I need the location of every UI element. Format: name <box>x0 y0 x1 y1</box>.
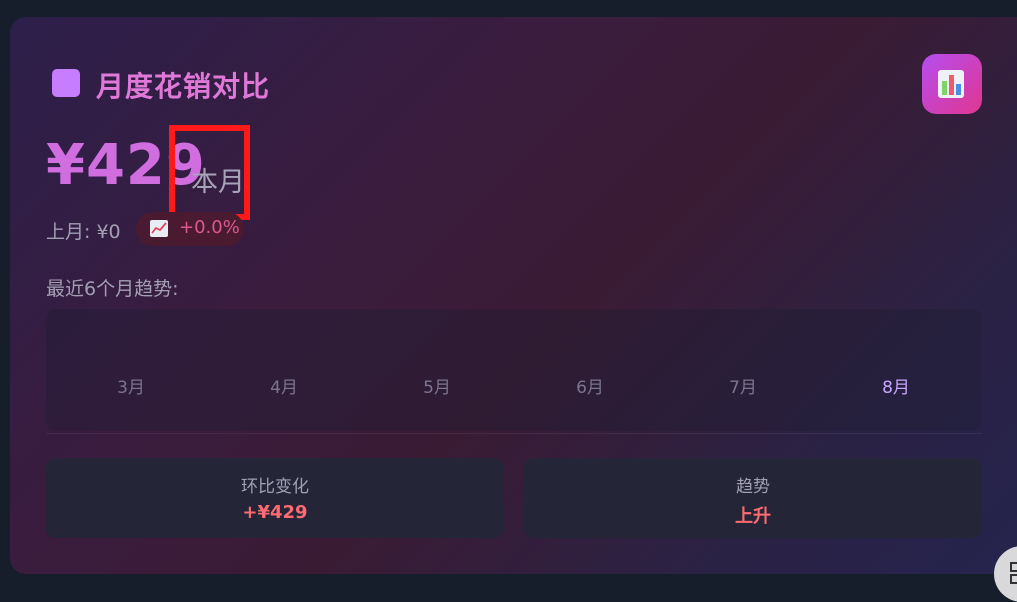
change-badge: +0.0% <box>136 212 244 246</box>
stat-label: 趋势 <box>736 477 770 497</box>
grid-icon <box>1010 562 1017 584</box>
previous-month-amount: 上月: ¥0 <box>46 221 121 243</box>
stat-trend: 趋势 上升 <box>524 458 982 538</box>
bar-chart-icon[interactable] <box>922 54 982 114</box>
trend-chart-area <box>46 309 982 431</box>
chart-increasing-icon <box>150 220 168 237</box>
change-percent: +0.0% <box>179 217 240 238</box>
bar-chart-icon-doc <box>938 70 964 98</box>
stat-mom-change: 环比变化 +¥429 <box>46 458 504 538</box>
month-label: 6月 <box>576 378 604 398</box>
stat-label: 环比变化 <box>241 477 309 497</box>
stat-value: 上升 <box>735 506 771 527</box>
monthly-spending-card: 月度花销对比 ¥429 本月 上月: ¥0 +0.0% 最近6个月趋势: 3月 … <box>10 17 1017 574</box>
stat-value: +¥429 <box>242 502 308 523</box>
title-marker-icon <box>52 69 80 97</box>
month-label-active: 8月 <box>882 378 910 398</box>
month-label: 4月 <box>270 378 298 398</box>
month-label: 7月 <box>729 378 757 398</box>
month-label: 5月 <box>423 378 451 398</box>
chart-divider <box>46 433 982 434</box>
card-title: 月度花销对比 <box>96 70 271 103</box>
month-label: 3月 <box>117 378 145 398</box>
trend-section-label: 最近6个月趋势: <box>46 278 179 300</box>
highlight-annotation-box <box>169 125 250 220</box>
